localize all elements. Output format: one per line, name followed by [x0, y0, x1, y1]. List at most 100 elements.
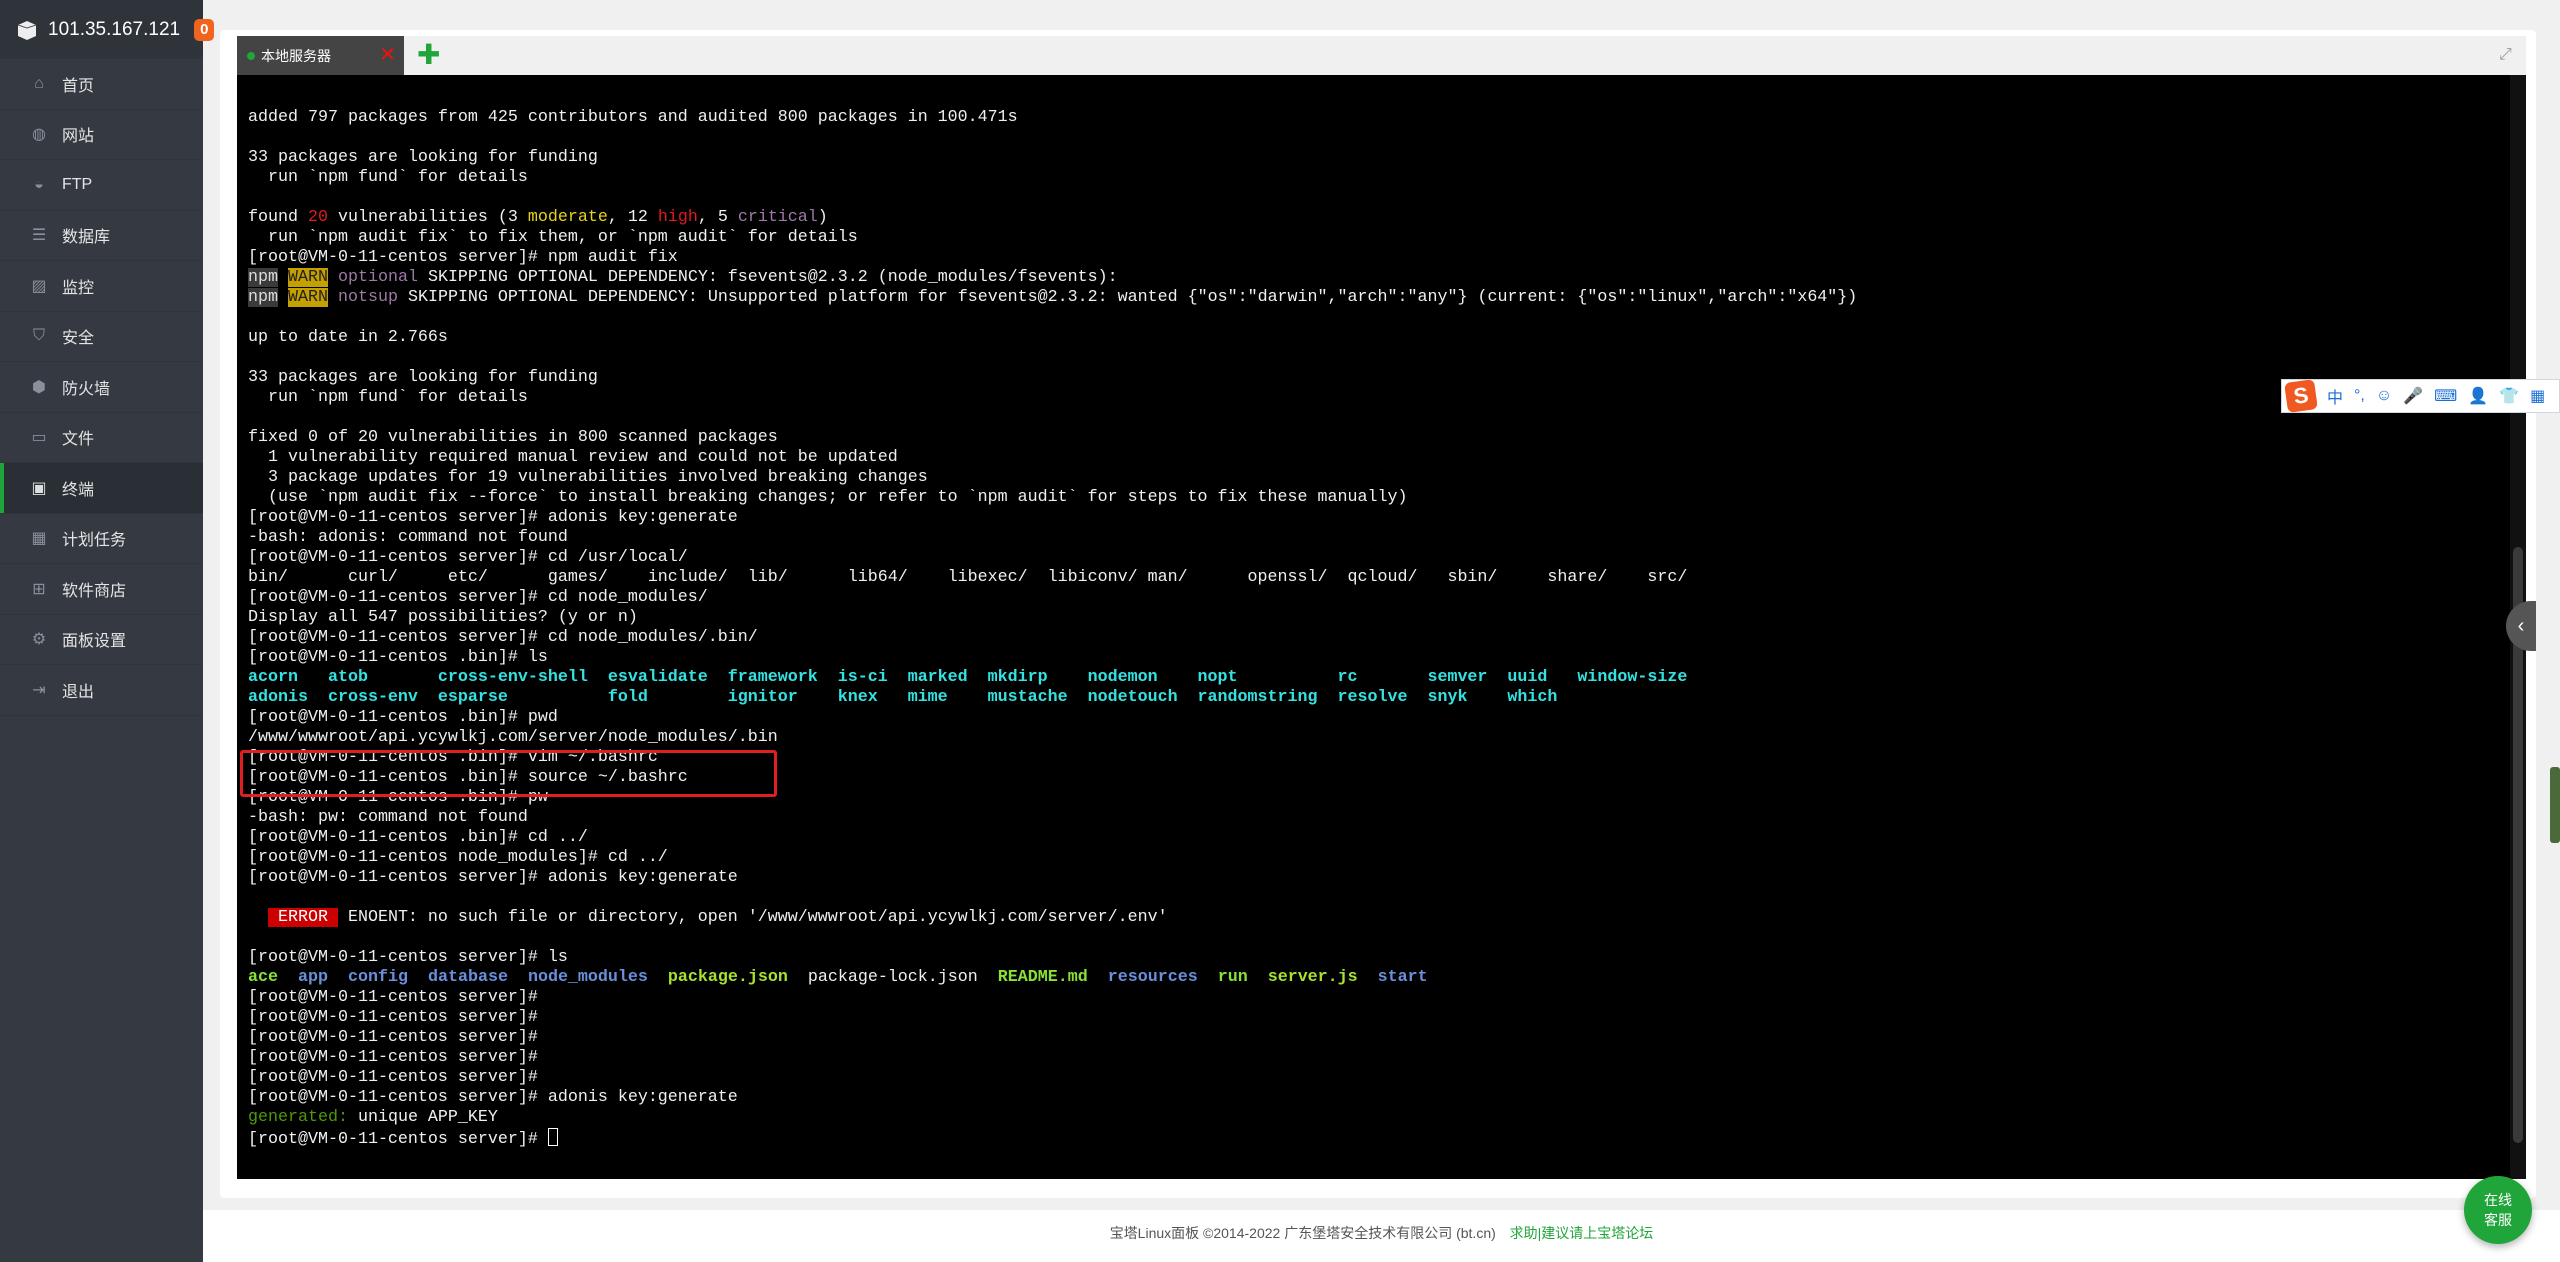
sidebar-item[interactable]: ⊞ 软件商店 [0, 564, 203, 615]
sogou-logo-icon[interactable]: S [2284, 379, 2318, 413]
sidebar-item-label: 监控 [62, 279, 95, 297]
terminal-text: ENOENT: no such file or directory, open … [337, 908, 1168, 927]
calendar-icon: ▦ [31, 530, 47, 548]
folder-icon: ▭ [31, 429, 47, 447]
terminal-line: adonis cross-env esparse fold ignitor kn… [248, 688, 1857, 708]
sidebar-item-label: 安全 [62, 330, 95, 348]
edge-widget[interactable] [2550, 767, 2560, 843]
terminal-text: [root@VM-0-11-centos server]# [248, 1048, 538, 1067]
tab-local-server[interactable]: 本地服务器 ✕ [237, 36, 404, 75]
ime-keyboard-icon[interactable]: ⌨ [2434, 386, 2457, 406]
terminal-line: [root@VM-0-11-centos .bin]# pwd [248, 708, 1857, 728]
terminal-line: [root@VM-0-11-centos server]# [248, 1068, 1857, 1088]
sidebar-item[interactable]: ▣ 终端 [0, 463, 203, 514]
terminal-line: run `npm audit fix` to fix them, or `npm… [248, 228, 1857, 248]
terminal-line: npm WARN notsup SKIPPING OPTIONAL DEPEND… [248, 288, 1857, 308]
sidebar-item[interactable]: ⬢ 防火墙 [0, 362, 203, 413]
ime-punctuation-icon[interactable]: °, [2354, 387, 2365, 405]
terminal-icon: ▣ [31, 479, 47, 497]
sidebar-item[interactable]: ◒ FTP [0, 160, 203, 211]
terminal-text: [root@VM-0-11-centos server]# [248, 1028, 538, 1047]
ime-toolbox-icon[interactable]: ▦ [2530, 386, 2545, 406]
terminal-text: [root@VM-0-11-centos server]# adonis key… [248, 868, 738, 887]
fullscreen-icon[interactable]: ⤢ [2499, 46, 2512, 64]
notification-badge[interactable]: 0 [194, 18, 215, 41]
sidebar-item[interactable]: ▨ 监控 [0, 261, 203, 312]
terminal-line: added 797 packages from 425 contributors… [248, 108, 1857, 128]
status-dot-icon [247, 51, 255, 60]
terminal-text: 1 vulnerability required manual review a… [248, 448, 898, 467]
ime-skin-icon[interactable]: 👕 [2499, 386, 2519, 406]
ime-user-icon[interactable]: 👤 [2468, 386, 2488, 406]
footer: 宝塔Linux面板 ©2014-2022 广东堡塔安全技术有限公司 (bt.cn… [203, 1210, 2560, 1262]
close-tab-icon[interactable]: ✕ [379, 44, 396, 66]
sidebar-item-label: 首页 [62, 77, 95, 95]
monitor-icon: ▨ [31, 277, 47, 295]
terminal-text: database [427, 968, 508, 987]
terminal-text: run `npm audit fix` to fix them, or `npm… [248, 228, 858, 247]
terminal-text: run `npm fund` for details [248, 388, 528, 407]
sidebar-item-label: 退出 [62, 683, 95, 701]
terminal-line: run `npm fund` for details [248, 388, 1857, 408]
sidebar-item[interactable]: ▦ 计划任务 [0, 514, 203, 564]
terminal-text: npm [248, 268, 278, 287]
ime-emoji-icon[interactable]: ☺ [2376, 387, 2392, 405]
sidebar-item[interactable]: ◍ 网站 [0, 110, 203, 160]
terminal-line: [root@VM-0-11-centos .bin]# ls [248, 648, 1857, 668]
online-support-button[interactable]: 在线 客服 [2464, 1176, 2532, 1244]
terminal-text: [root@VM-0-11-centos server]# cd node_mo… [248, 628, 758, 647]
terminal-line: 1 vulnerability required manual review a… [248, 448, 1857, 468]
terminal-screen[interactable]: added 797 packages from 425 contributors… [237, 75, 2526, 1179]
apps-icon: ⊞ [32, 580, 46, 598]
terminal-text: 20 [307, 208, 328, 227]
sidebar-item-label: 软件商店 [62, 582, 127, 600]
terminal-line: 33 packages are looking for funding [248, 368, 1857, 388]
forum-link[interactable]: 求助|建议请上宝塔论坛 [1510, 1225, 1654, 1241]
terminal-text: added 797 packages from 425 contributors… [248, 108, 1018, 127]
terminal-text: [root@VM-0-11-centos .bin]# pwd [248, 708, 558, 727]
sidebar-item[interactable]: ⇥ 退出 [0, 665, 203, 716]
ime-voice-icon[interactable]: 🎤 [2403, 386, 2423, 406]
terminal-text: acorn atob cross-env-shell esvalidate fr… [248, 668, 1688, 687]
terminal-text: ace [248, 968, 278, 987]
terminal-line: bin/ curl/ etc/ games/ include/ lib/ lib… [248, 568, 1857, 588]
terminal-text: unique APP_KEY [347, 1108, 498, 1127]
terminal-text: run [1217, 968, 1248, 987]
sidebar-item[interactable]: ⌂ 首页 [0, 59, 203, 110]
terminal-text: -bash: adonis: command not found [248, 528, 568, 547]
terminal-text: critical [737, 208, 818, 227]
terminal-text: [root@VM-0-11-centos server]# cd /usr/lo… [248, 548, 688, 567]
sidebar-item[interactable]: ▭ 文件 [0, 413, 203, 463]
terminal-text: app [298, 968, 328, 987]
sidebar: 101.35.167.121 0 ⌂ 首页 ◍ 网站 ◒ FTP ☰ 数据库 ▨ 监控 ⛉ 安全 ⬢ 防火… [0, 0, 215, 1262]
terminal-text: [root@VM-0-11-centos server]# [248, 1130, 548, 1149]
terminal-line: [root@VM-0-11-centos server]# [248, 1008, 1857, 1028]
terminal-text: 33 packages are looking for funding [248, 148, 598, 167]
bt-logo-icon [16, 19, 38, 41]
terminal-line: /www/wwwroot/api.ycywlkj.com/server/node… [248, 728, 1857, 748]
terminal-line: -bash: adonis: command not found [248, 528, 1857, 548]
terminal-line: [root@VM-0-11-centos server]# [248, 988, 1857, 1008]
chevron-left-icon: ‹ [2517, 614, 2525, 637]
server-ip: 101.35.167.121 [48, 18, 181, 40]
terminal-line: acorn atob cross-env-shell esvalidate fr… [248, 668, 1857, 688]
ime-chinese-mode[interactable]: 中 [2327, 384, 2343, 408]
terminal-line: [root@VM-0-11-centos server]# npm audit … [248, 248, 1857, 268]
gear-icon: ⚙ [31, 631, 47, 649]
terminal-text: fixed 0 of 20 vulnerabilities in 800 sca… [248, 428, 778, 447]
terminal-line: [root@VM-0-11-centos server]# adonis key… [248, 868, 1857, 888]
terminal-text: vulnerabilities (3 [327, 208, 528, 227]
sidebar-item[interactable]: ⛉ 安全 [0, 312, 203, 362]
sidebar-item[interactable]: ⚙ 面板设置 [0, 615, 203, 665]
terminal-text: config [348, 968, 408, 987]
add-tab-icon[interactable]: ✚ [417, 40, 440, 70]
terminal-line: up to date in 2.766s [248, 328, 1857, 348]
support-label-1: 在线 [2484, 1192, 2512, 1208]
terminal-text: WARN [288, 268, 328, 287]
sidebar-item[interactable]: ☰ 数据库 [0, 211, 203, 261]
